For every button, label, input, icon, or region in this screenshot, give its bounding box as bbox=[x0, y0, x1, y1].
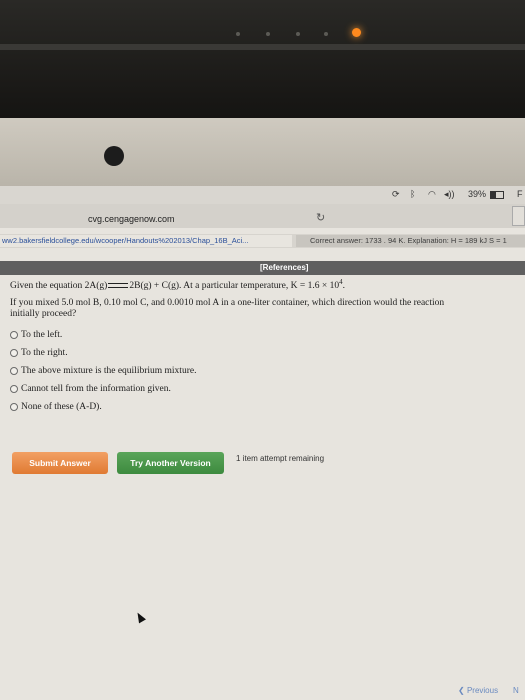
bezel-light bbox=[236, 32, 240, 36]
radio-button[interactable] bbox=[10, 384, 18, 393]
given-suffix: 2B(g) + C(g). At a particular temperatur… bbox=[129, 281, 340, 292]
question-text-line: If you mixed 5.0 mol B, 0.10 mol C, and … bbox=[10, 298, 445, 308]
option-d[interactable]: Cannot tell from the information given. bbox=[10, 384, 171, 394]
tab-handout-link[interactable]: ww2.bakersfieldcollege.edu/wcooper/Hando… bbox=[0, 235, 292, 247]
rotation-lock-icon: ⟳ bbox=[392, 189, 400, 199]
try-another-version-button[interactable]: Try Another Version bbox=[117, 452, 224, 474]
radio-button[interactable] bbox=[10, 348, 18, 357]
given-prefix: Given the equation 2A(g) bbox=[10, 281, 108, 292]
bezel-strip bbox=[0, 44, 525, 50]
previous-link[interactable]: ❮ Previous bbox=[458, 686, 498, 695]
option-c[interactable]: The above mixture is the equilibrium mix… bbox=[10, 366, 196, 376]
next-link[interactable]: N bbox=[513, 686, 519, 695]
status-right-text: F bbox=[517, 189, 523, 199]
option-label: The above mixture is the equilibrium mix… bbox=[21, 366, 197, 376]
bezel-light bbox=[296, 32, 300, 36]
given-period: . bbox=[342, 281, 345, 292]
reload-icon[interactable]: ↻ bbox=[316, 211, 325, 224]
url-text: cvg.cengagenow.com bbox=[88, 214, 175, 224]
orange-indicator-light bbox=[352, 28, 361, 37]
radio-button[interactable] bbox=[10, 330, 18, 339]
status-bar: ⟳ ᛒ ◠ ◂)) 39% F bbox=[0, 186, 525, 204]
tab-correct-answer[interactable]: Correct answer: 1733 . 94 K. Explanation… bbox=[296, 235, 525, 247]
tab-strip: ww2.bakersfieldcollege.edu/wcooper/Hando… bbox=[0, 234, 525, 248]
battery-icon bbox=[490, 191, 504, 199]
laptop-bezel bbox=[0, 0, 525, 118]
laptop-deck bbox=[0, 118, 525, 190]
wifi-icon: ◠ bbox=[428, 189, 436, 199]
battery-percent: 39% bbox=[468, 189, 487, 199]
radio-button[interactable] bbox=[10, 366, 18, 375]
references-link[interactable]: [References] bbox=[260, 263, 308, 272]
mouse-cursor-icon bbox=[134, 610, 146, 624]
option-a[interactable]: To the left. bbox=[10, 330, 62, 340]
submit-answer-button[interactable]: Submit Answer bbox=[12, 452, 108, 474]
address-bar[interactable]: cvg.cengagenow.com ↻ bbox=[0, 204, 525, 228]
option-label: To the right. bbox=[21, 348, 68, 358]
tabs-button[interactable] bbox=[512, 206, 525, 226]
radio-button[interactable] bbox=[10, 402, 18, 411]
question-text-line: initially proceed? bbox=[10, 309, 77, 319]
references-bar: [References] bbox=[0, 261, 525, 275]
volume-icon: ◂)) bbox=[444, 189, 455, 199]
question-given: Given the equation 2A(g) 2B(g) + C(g). At… bbox=[10, 278, 345, 291]
option-label: To the left. bbox=[21, 330, 63, 340]
option-e[interactable]: None of these (A-D). bbox=[10, 402, 102, 412]
bezel-light bbox=[324, 32, 328, 36]
option-label: None of these (A-D). bbox=[21, 402, 102, 412]
attempts-remaining: 1 item attempt remaining bbox=[236, 454, 325, 463]
bezel-light bbox=[266, 32, 270, 36]
option-label: Cannot tell from the information given. bbox=[21, 384, 171, 394]
previous-label: Previous bbox=[466, 686, 499, 695]
tablet-screen: ⟳ ᛒ ◠ ◂)) 39% F cvg.cengagenow.com ↻ ww2… bbox=[0, 186, 525, 700]
camera-dot bbox=[104, 146, 124, 166]
bluetooth-icon: ᛒ bbox=[410, 189, 416, 199]
option-b[interactable]: To the right. bbox=[10, 348, 68, 358]
equilibrium-arrow-icon bbox=[108, 282, 129, 290]
